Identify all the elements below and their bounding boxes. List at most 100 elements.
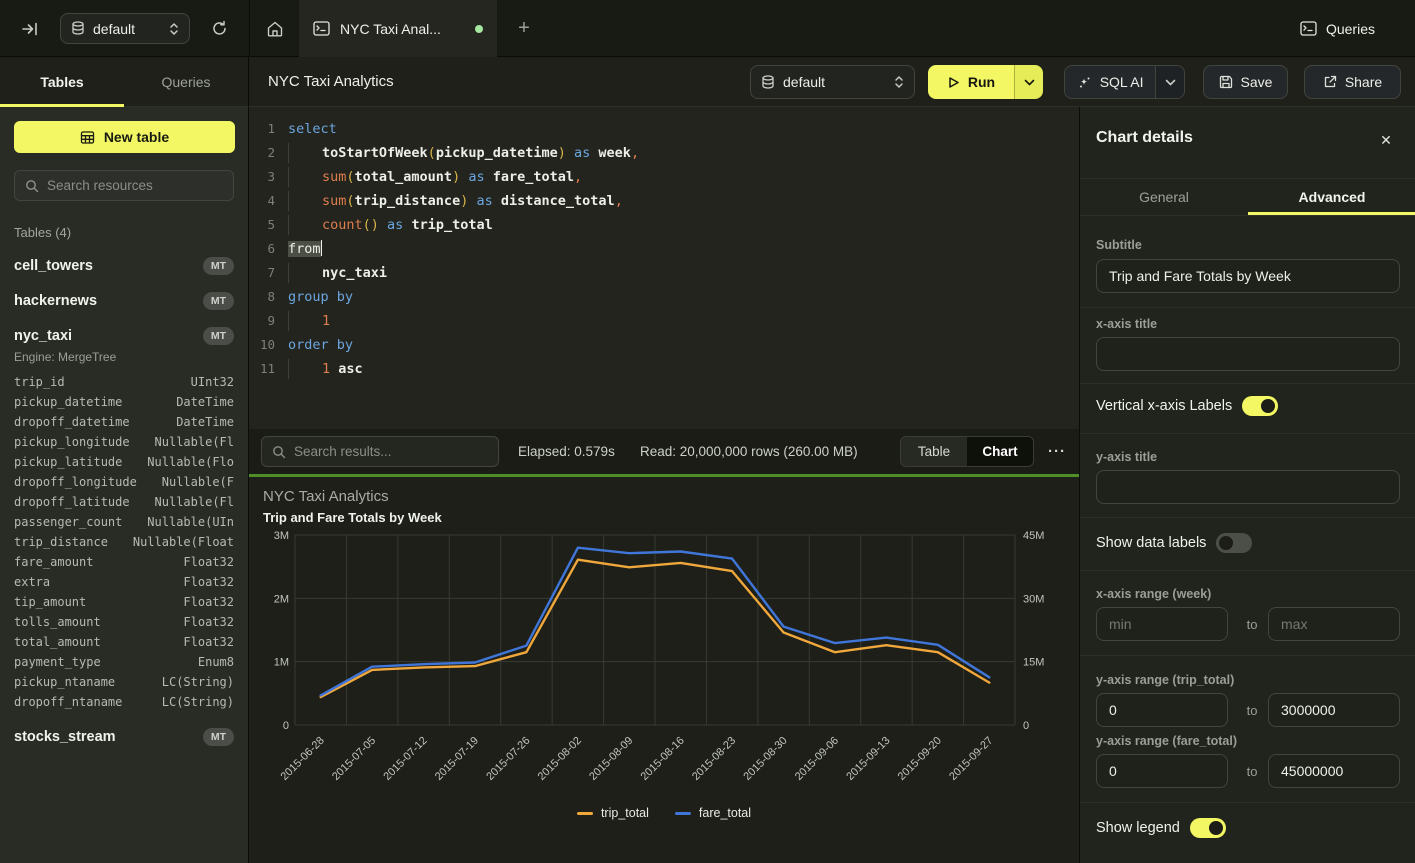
code-token: ) [452,169,460,185]
code-text: 1 [288,309,330,333]
code-token: group by [288,289,353,305]
run-button-group: Run [928,65,1043,99]
page-title: NYC Taxi Analytics [268,73,394,90]
show-data-labels-toggle[interactable] [1216,533,1252,553]
sidebar-tab-tables[interactable]: Tables [0,57,124,106]
sql-ai-button[interactable]: SQL AI [1065,66,1155,98]
x-axis-title-input[interactable] [1096,337,1400,371]
divider [1080,383,1415,384]
legend-item-trip_total[interactable]: trip_total [577,806,649,820]
x-range-max-input[interactable] [1268,607,1400,641]
y-range-trip-min-input[interactable] [1096,693,1228,727]
y-range-fare-min-input[interactable] [1096,754,1228,788]
line-number: 11 [249,357,275,381]
code-line: 6from [249,237,1079,261]
column-name: total_amount [14,632,101,652]
search-results-input[interactable] [294,444,488,459]
indent-guide [288,311,289,331]
close-icon[interactable]: ✕ [1375,129,1397,151]
engine-badge: MT [203,327,234,345]
table-row-hackernews[interactable]: hackernews MT [14,292,234,310]
search-icon [25,179,39,193]
query-database-selector[interactable]: default [750,65,915,99]
show-legend-toggle[interactable] [1190,818,1226,838]
line-number: 2 [249,141,275,165]
column-row: fare_amountFloat32 [14,552,234,572]
code-token: 1 [322,361,330,377]
code-token: order by [288,337,353,353]
resources-sidebar: New table Tables (4) cell_towers MT hack… [0,107,249,863]
table-row-stocks-stream[interactable]: stocks_stream MT [14,728,234,746]
refresh-button[interactable] [204,13,235,44]
code-token: , [574,169,582,185]
terminal-icon [1300,21,1317,36]
new-table-button[interactable]: New table [14,121,235,153]
sql-ai-options-button[interactable] [1155,66,1184,98]
code-token: toStartOfWeek [322,145,428,161]
divider [1080,655,1415,656]
column-row: tolls_amountFloat32 [14,612,234,632]
divider [1080,802,1415,803]
save-icon [1219,75,1233,89]
share-button[interactable]: Share [1304,65,1401,99]
view-toggle-table[interactable]: Table [901,437,967,466]
code-text: order by [288,333,353,357]
indent-guide [288,215,289,235]
sidebar-tab-queries[interactable]: Queries [124,57,248,106]
column-type: Nullable(Flo [147,452,234,472]
code-token: nyc_taxi [322,265,387,281]
column-row: dropoff_latitudeNullable(Fl [14,492,234,512]
code-token [493,193,501,209]
database-selector-value: default [93,21,161,37]
show-legend-label: Show legend [1096,820,1180,836]
run-button[interactable]: Run [928,65,1014,99]
column-name: dropoff_longitude [14,472,137,492]
x-range-min-input[interactable] [1096,607,1228,641]
tab-advanced[interactable]: Advanced [1248,179,1415,215]
code-token: sum [322,169,346,185]
code-token: as [387,217,403,233]
code-token [379,217,387,233]
column-row: pickup_datetimeDateTime [14,392,234,412]
database-icon [761,75,775,90]
y-axis-right-tick: 30M [1023,593,1044,605]
vertical-x-labels-toggle[interactable] [1242,396,1278,416]
tab-general[interactable]: General [1080,179,1248,215]
legend-swatch [675,812,691,815]
column-row: trip_idUInt32 [14,372,234,392]
y-range-fare-max-input[interactable] [1268,754,1400,788]
column-name: dropoff_latitude [14,492,130,512]
view-toggle-chart[interactable]: Chart [967,437,1033,466]
column-row: trip_distanceNullable(Float [14,532,234,552]
table-row-nyc-taxi[interactable]: nyc_taxi MT [14,327,234,345]
run-label: Run [968,74,995,90]
y-range-trip-max-input[interactable] [1268,693,1400,727]
sql-editor[interactable]: 1select2toStartOfWeek(pickup_datetime) a… [249,107,1079,429]
collapse-sidebar-icon [21,20,39,38]
code-token: ) [558,145,566,161]
column-name: trip_distance [14,532,108,552]
y-axis-title-input[interactable] [1096,470,1400,504]
toggle-knob [1261,399,1275,413]
save-button[interactable]: Save [1203,65,1288,99]
share-label: Share [1345,74,1382,90]
code-token: , [615,193,623,209]
collapse-sidebar-button[interactable] [16,15,44,43]
run-options-button[interactable] [1014,65,1043,99]
query-tab[interactable]: NYC Taxi Anal... [299,0,497,57]
new-table-label: New table [104,129,169,145]
code-line: 5count() as trip_total [249,213,1079,237]
code-line: 2toStartOfWeek(pickup_datetime) as week, [249,141,1079,165]
database-selector[interactable]: default [60,13,190,44]
home-tab-button[interactable] [249,0,299,57]
line-chart[interactable]: 001M15M2M30M3M45M2015-06-282015-07-05201… [249,527,1079,807]
search-resources-input[interactable] [47,178,223,193]
code-line: 10order by [249,333,1079,357]
sparkle-icon [1077,75,1092,90]
queries-menu-button[interactable]: Queries [1300,0,1375,57]
table-row-cell-towers[interactable]: cell_towers MT [14,257,234,275]
new-tab-button[interactable]: + [510,14,538,42]
more-options-button[interactable]: ··· [1042,436,1072,467]
subtitle-input[interactable] [1096,259,1400,293]
legend-item-fare_total[interactable]: fare_total [675,806,751,820]
